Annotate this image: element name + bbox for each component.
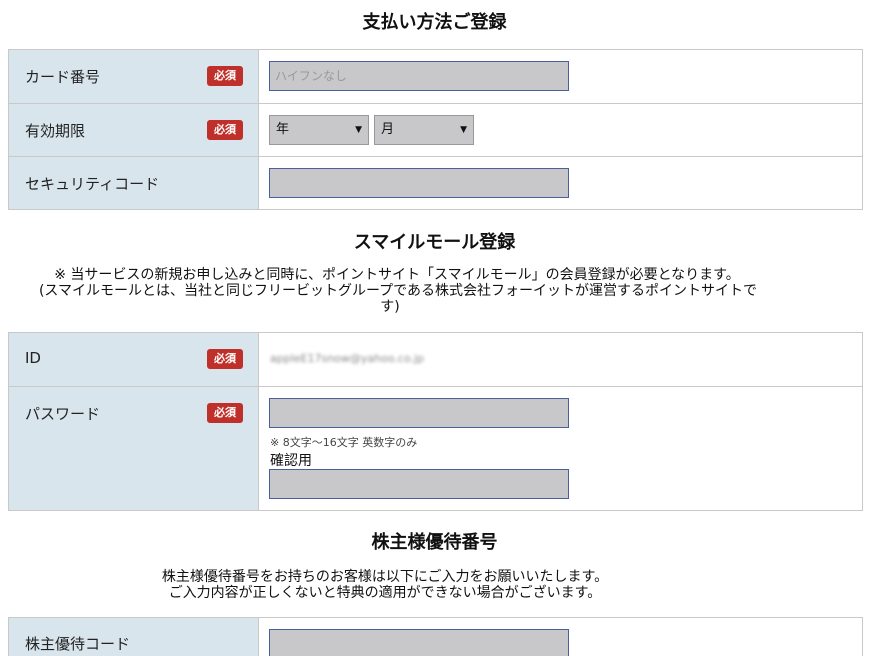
card-number-label: カード番号 (25, 68, 101, 86)
month-select-value: 月 (381, 122, 395, 137)
password-label: パスワード (25, 405, 101, 423)
month-select[interactable]: 月 ▼ (374, 115, 474, 145)
required-badge: 必須 (207, 349, 243, 369)
payment-section-title: 支払い方法ご登録 (362, 12, 507, 33)
smile-section-title: スマイルモール登録 (353, 232, 516, 253)
security-code-input[interactable] (269, 168, 569, 198)
shareholder-note-line1: 株主様優待番号をお持ちのお客様は以下にご入力をお願いいたします。 (161, 569, 609, 585)
confirm-label: 確認用 (270, 453, 312, 469)
shareholder-note-line2: ご入力内容が正しくないと特典の適用ができない場合がございます。 (168, 585, 602, 601)
card-number-row: カード番号 必須 ハイフンなし (9, 50, 862, 103)
shareholder-code-label: 株主優待コード (25, 635, 131, 653)
smile-note-line3: す) (380, 299, 400, 315)
expiry-label: 有効期限 (25, 122, 86, 140)
required-badge: 必須 (207, 66, 243, 86)
year-select[interactable]: 年 ▼ (269, 115, 369, 145)
smile-note-line2: (スマイルモールとは、当社と同じフリービットグループである株式会社フォーイットが… (38, 283, 758, 299)
shareholder-section-title: 株主様優待番号 (371, 532, 498, 553)
password-input[interactable] (269, 398, 569, 428)
smile-note-line1: ※ 当サービスの新規お申し込みと同時に、ポイントサイト「スマイルモール」の会員登… (54, 267, 740, 283)
shareholder-code-input[interactable] (269, 629, 569, 656)
shareholder-code-row: 株主優待コード (9, 618, 862, 656)
security-code-label-cell: セキュリティコード (9, 157, 259, 209)
dropdown-arrow-icon: ▼ (460, 125, 467, 135)
password-confirm-input[interactable] (269, 469, 569, 499)
expiry-row: 有効期限 必須 年 ▼ 月 ▼ (9, 103, 862, 156)
id-label: ID (25, 349, 41, 367)
shareholder-code-label-cell: 株主優待コード (9, 618, 259, 656)
password-label-cell: パスワード 必須 (9, 387, 259, 510)
smile-form-table: ID 必須 appleE17snow@yahoo.co.jp パスワード 必須 … (8, 332, 863, 511)
id-row: ID 必須 appleE17snow@yahoo.co.jp (9, 333, 862, 386)
payment-form-table: カード番号 必須 ハイフンなし 有効期限 必須 年 ▼ 月 ▼ セキュリティコー… (8, 49, 863, 210)
id-label-cell: ID 必須 (9, 333, 259, 386)
required-badge: 必須 (207, 403, 243, 423)
year-select-value: 年 (276, 122, 290, 137)
dropdown-arrow-icon: ▼ (355, 125, 362, 135)
security-code-row: セキュリティコード (9, 156, 862, 209)
required-badge: 必須 (207, 120, 243, 140)
password-hint: ※ 8文字〜16文字 英数字のみ (270, 436, 418, 449)
shareholder-form-table: 株主優待コード (8, 617, 863, 656)
id-value: appleE17snow@yahoo.co.jp (270, 352, 425, 365)
expiry-label-cell: 有効期限 必須 (9, 104, 259, 156)
card-number-label-cell: カード番号 必須 (9, 50, 259, 103)
password-row: パスワード 必須 ※ 8文字〜16文字 英数字のみ 確認用 (9, 386, 862, 510)
card-number-input[interactable]: ハイフンなし (269, 61, 569, 91)
security-code-label: セキュリティコード (25, 175, 160, 193)
